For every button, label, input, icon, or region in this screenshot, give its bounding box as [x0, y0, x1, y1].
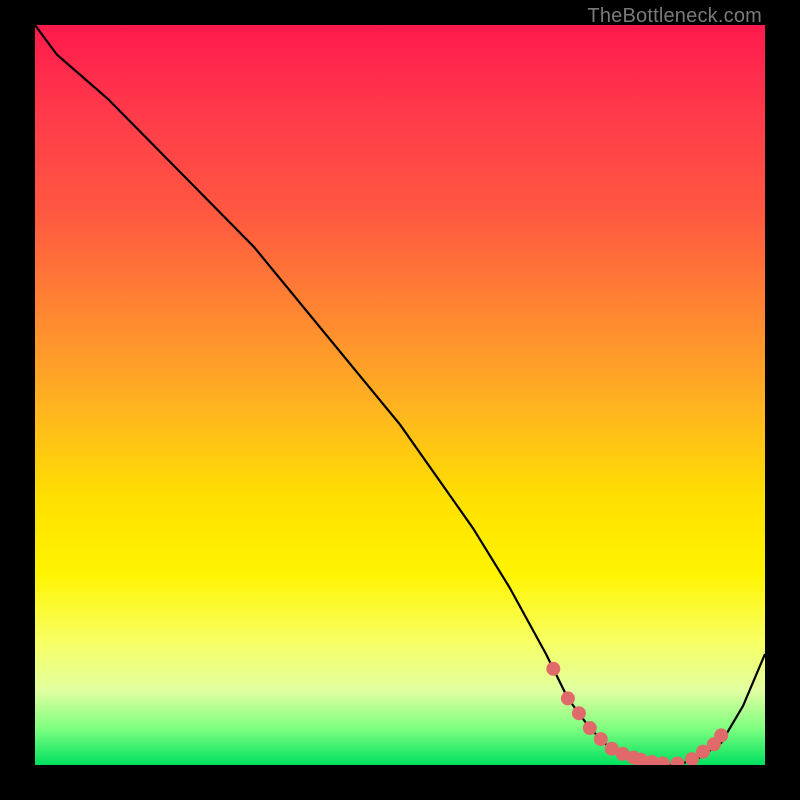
chart-frame: [35, 25, 765, 765]
chart-gradient-background: [35, 25, 765, 765]
